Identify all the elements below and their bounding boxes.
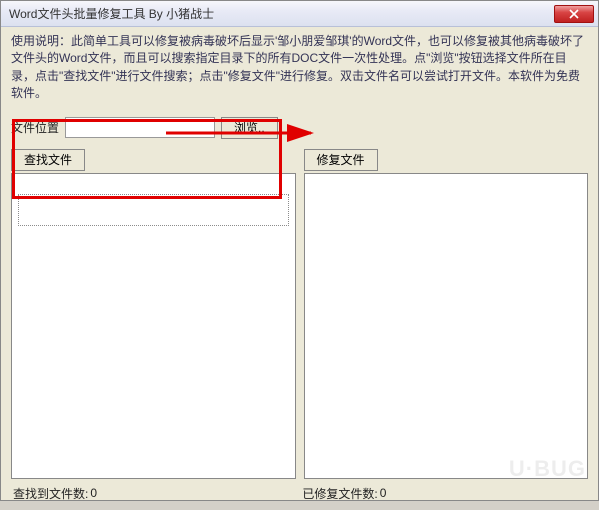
search-files-button[interactable]: 查找文件 xyxy=(11,149,85,171)
repair-files-button[interactable]: 修复文件 xyxy=(304,149,378,171)
file-location-input[interactable] xyxy=(65,117,215,138)
browse-button[interactable]: 浏览.. xyxy=(221,117,278,139)
titlebar: Word文件头批量修复工具 By 小猪战士 xyxy=(1,1,598,27)
close-icon xyxy=(569,9,579,19)
found-files-list[interactable] xyxy=(11,173,296,479)
close-button[interactable] xyxy=(554,5,594,23)
file-location-label: 文件位置 xyxy=(11,119,59,136)
repaired-count-group: 已修复文件数: 0 xyxy=(302,485,391,502)
repaired-files-list[interactable] xyxy=(304,173,589,479)
repaired-count-value: 0 xyxy=(380,486,392,500)
right-panel: 修复文件 xyxy=(304,149,589,479)
left-panel: 查找文件 xyxy=(11,149,296,479)
list-item[interactable] xyxy=(18,194,289,226)
window-title: Word文件头批量修复工具 By 小猪战士 xyxy=(9,5,554,22)
status-row: 查找到文件数: 0 已修复文件数: 0 xyxy=(11,479,588,502)
found-count-value: 0 xyxy=(90,486,102,500)
panels: 查找文件 修复文件 xyxy=(11,149,588,479)
client-area: 使用说明：此简单工具可以修复被病毒破坏后显示'邹小朋爱邹琪'的Word文件，也可… xyxy=(1,27,598,510)
found-count-label: 查找到文件数: xyxy=(13,485,88,502)
instructions-text: 使用说明：此简单工具可以修复被病毒破坏后显示'邹小朋爱邹琪'的Word文件，也可… xyxy=(11,33,588,103)
found-count-group: 查找到文件数: 0 xyxy=(13,485,102,502)
file-location-row: 文件位置 浏览.. xyxy=(11,117,588,139)
app-window: Word文件头批量修复工具 By 小猪战士 使用说明：此简单工具可以修复被病毒破… xyxy=(0,0,599,501)
repaired-count-label: 已修复文件数: xyxy=(302,485,377,502)
